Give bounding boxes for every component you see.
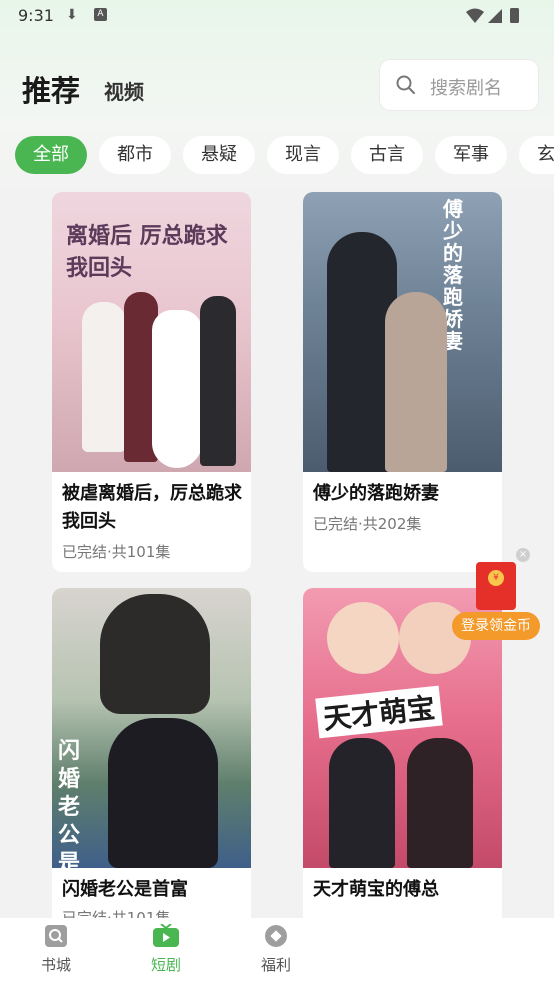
nav-label: 福利	[260, 956, 291, 974]
category-bar: 全部 都市 悬疑 现言 古言 军事玄	[15, 136, 554, 174]
login-coin-button[interactable]: 登录领金币	[452, 612, 540, 640]
status-time: 9:31	[18, 6, 54, 25]
drama-card[interactable]: 傅少的落跑娇妻 傅少的落跑娇妻 已完结·共202集	[303, 192, 502, 572]
poster-figure	[385, 292, 447, 472]
poster-figure	[152, 310, 202, 468]
poster-title: 天才萌宝	[315, 685, 443, 739]
a-notification-icon: A	[94, 8, 107, 21]
tv-play-icon	[153, 923, 179, 947]
poster-figure	[407, 738, 473, 868]
category-chip-ancient-romance[interactable]: 古言	[351, 136, 423, 174]
drama-title: 天才萌宝的傅总	[313, 879, 439, 900]
drama-card[interactable]: 闪婚老公是首富 闪婚老公是首富 已完结·共101集	[52, 588, 251, 928]
search-box[interactable]: 搜索剧名	[380, 60, 538, 110]
category-chip-modern-romance[interactable]: 现言	[267, 136, 339, 174]
category-chip-military[interactable]: 军事	[435, 136, 507, 174]
category-chip-fantasy[interactable]: 玄	[519, 136, 554, 174]
category-chip-all[interactable]: 全部	[15, 136, 87, 174]
download-icon: ⬇	[66, 7, 78, 23]
drama-title: 闪婚老公是首富	[62, 879, 188, 900]
nav-short-drama[interactable]: 短剧	[126, 923, 206, 975]
drama-card[interactable]: 离婚后 厉总跪求我回头 被虐离婚后，厉总跪求我回头 已完结·共101集	[52, 192, 251, 572]
poster-figure	[329, 738, 395, 868]
drama-meta: 已完结·共202集	[313, 515, 422, 533]
category-chip-urban[interactable]: 都市	[99, 136, 171, 174]
drama-poster[interactable]: 闪婚老公是首富	[52, 588, 251, 928]
category-chip-suspense[interactable]: 悬疑	[183, 136, 255, 174]
nav-label: 书城	[40, 956, 71, 974]
status-bar: 9:31 ⬇ A	[0, 0, 554, 32]
drama-poster[interactable]: 傅少的落跑娇妻	[303, 192, 502, 472]
poster-figure	[82, 302, 126, 452]
poster-title: 离婚后 厉总跪求我回头	[66, 224, 228, 281]
poster-figure	[100, 594, 210, 714]
poster-figure	[200, 296, 236, 466]
page-title[interactable]: 推荐	[22, 68, 80, 110]
drama-poster[interactable]: 离婚后 厉总跪求我回头	[52, 192, 251, 472]
tab-video[interactable]: 视频	[104, 76, 144, 105]
signal-battery-icon	[466, 8, 519, 23]
nav-label: 短剧	[150, 956, 181, 974]
bottom-nav: 书城 短剧 福利	[0, 918, 554, 984]
diamond-gift-icon	[265, 925, 287, 947]
nav-welfare[interactable]: 福利	[236, 924, 316, 975]
poster-figure	[327, 602, 399, 674]
login-coin-promo[interactable]: × ¥ 登录领金币	[452, 548, 540, 644]
drama-title: 傅少的落跑娇妻	[313, 483, 439, 504]
nav-bookstore[interactable]: 书城	[16, 924, 96, 975]
search-icon	[396, 75, 415, 94]
close-icon[interactable]: ×	[516, 548, 530, 562]
search-square-icon	[45, 925, 67, 947]
poster-figure	[108, 718, 218, 868]
coin-icon: ¥	[488, 570, 504, 586]
drama-meta: 已完结·共101集	[62, 543, 171, 561]
search-placeholder: 搜索剧名	[430, 78, 502, 99]
drama-title: 被虐离婚后，厉总跪求我回头	[62, 483, 242, 532]
